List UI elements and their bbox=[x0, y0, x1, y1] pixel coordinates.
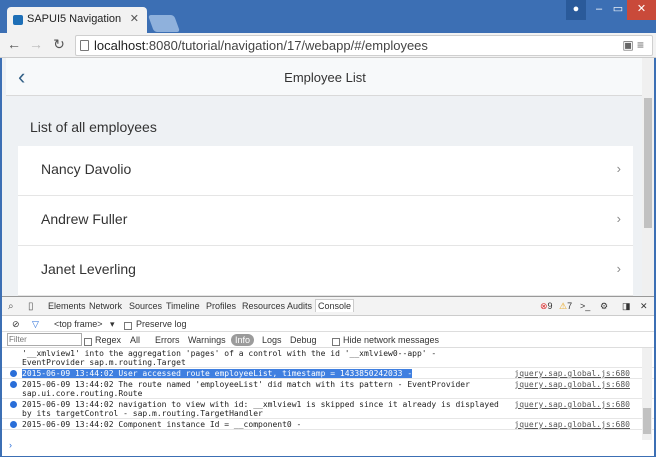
scrollbar-thumb[interactable] bbox=[643, 408, 651, 434]
tab-elements[interactable]: Elements bbox=[48, 301, 86, 311]
chevron-right-icon: › bbox=[616, 211, 621, 226]
log-row[interactable]: 2015-06-09 13:44:02 The route named 'emp… bbox=[2, 379, 654, 399]
log-message: 2015-06-09 13:44:02 navigation to view w… bbox=[22, 400, 504, 418]
close-tab-icon[interactable]: ✕ bbox=[130, 12, 139, 25]
address-bar[interactable]: localhost:8080/tutorial/navigation/17/we… bbox=[75, 35, 653, 56]
filter-input[interactable] bbox=[7, 333, 82, 346]
level-warnings[interactable]: Warnings bbox=[188, 335, 226, 345]
log-row[interactable]: 2015-06-09 13:44:02 Component instance I… bbox=[2, 419, 654, 430]
devtools-tabbar: ⌕ ▯ Elements Network Sources Timeline Pr… bbox=[2, 297, 654, 316]
warning-count[interactable]: ⚠7 bbox=[559, 301, 572, 312]
console-toolbar: ⊘ ▽ <top frame> ▾ Preserve log bbox=[2, 316, 654, 332]
tab-audits[interactable]: Audits bbox=[287, 301, 312, 311]
filter-icon[interactable]: ▽ bbox=[32, 319, 39, 330]
log-message: 2015-06-09 13:44:02 The route named 'emp… bbox=[22, 380, 475, 398]
tab-sources[interactable]: Sources bbox=[129, 301, 162, 311]
list-item[interactable]: Andrew Fuller › bbox=[18, 196, 633, 246]
level-errors[interactable]: Errors bbox=[155, 335, 180, 345]
tab-console[interactable]: Console bbox=[315, 299, 355, 312]
level-all[interactable]: All bbox=[130, 335, 140, 345]
dock-side-icon[interactable]: ◨ bbox=[622, 301, 631, 312]
minimize-button[interactable]: – bbox=[589, 0, 609, 20]
browser-toolbar: ← → ↻ localhost:8080/tutorial/navigation… bbox=[0, 33, 656, 58]
context-select[interactable]: <top frame> bbox=[54, 319, 103, 329]
log-message: 2015-06-09 13:44:02 Component instance I… bbox=[22, 420, 302, 429]
tab-profiles[interactable]: Profiles bbox=[206, 301, 236, 311]
employee-list: Nancy Davolio › Andrew Fuller › Janet Leve… bbox=[18, 146, 633, 296]
log-source-link[interactable]: jquery.sap.global.js:680 bbox=[514, 420, 630, 429]
url-host: localhost bbox=[94, 38, 146, 53]
devtools-panel: ⌕ ▯ Elements Network Sources Timeline Pr… bbox=[2, 296, 654, 456]
list-item[interactable]: Nancy Davolio › bbox=[18, 146, 633, 196]
clear-console-icon[interactable]: ⊘ bbox=[12, 319, 20, 330]
employee-name: Nancy Davolio bbox=[41, 161, 132, 177]
new-tab-button[interactable] bbox=[147, 15, 181, 32]
info-icon bbox=[10, 381, 17, 388]
translate-and-menu-icon[interactable]: ▣ ≡ bbox=[622, 38, 644, 52]
window-titlebar: SAPUI5 Navigation ✕ ● – ▭ ✕ bbox=[0, 0, 656, 34]
chevron-right-icon: › bbox=[616, 161, 621, 176]
console-scrollbar[interactable] bbox=[642, 348, 652, 440]
level-info[interactable]: Info bbox=[231, 334, 255, 346]
console-log: '__xmlview1' into the aggregation 'pages… bbox=[2, 348, 654, 440]
employee-name: Andrew Fuller bbox=[41, 211, 128, 227]
browser-tab[interactable]: SAPUI5 Navigation ✕ bbox=[7, 7, 147, 34]
page-icon bbox=[80, 40, 89, 51]
log-source-link[interactable]: jquery.sap.global.js:680 bbox=[514, 369, 630, 378]
inspect-icon[interactable]: ⌕ bbox=[8, 301, 14, 312]
log-row[interactable]: '__xmlview1' into the aggregation 'pages… bbox=[2, 348, 654, 368]
maximize-button[interactable]: ▭ bbox=[609, 0, 627, 20]
list-item[interactable]: Janet Leverling › bbox=[18, 246, 633, 296]
device-mode-icon[interactable]: ▯ bbox=[28, 301, 34, 312]
url-path: :8080/tutorial/navigation/17/webapp/#/em… bbox=[145, 38, 428, 53]
employee-name: Janet Leverling bbox=[41, 261, 136, 277]
forward-arrow-icon[interactable]: → bbox=[27, 36, 45, 52]
error-count-value: 9 bbox=[547, 301, 553, 311]
gear-icon[interactable]: ⚙ bbox=[600, 301, 608, 312]
error-count[interactable]: ⊗9 bbox=[540, 301, 553, 312]
chevron-right-icon: › bbox=[616, 261, 621, 276]
log-message: '__xmlview1' into the aggregation 'pages… bbox=[22, 349, 442, 367]
tab-title: SAPUI5 Navigation bbox=[27, 13, 122, 25]
regex-label: Regex bbox=[95, 335, 122, 345]
page-title: Employee List bbox=[284, 70, 366, 85]
log-row[interactable]: 2015-06-09 13:44:02 User accessed route … bbox=[2, 368, 654, 379]
close-devtools-icon[interactable]: ✕ bbox=[640, 301, 648, 312]
level-debug[interactable]: Debug bbox=[290, 335, 317, 345]
tab-timeline[interactable]: Timeline bbox=[166, 301, 200, 311]
webpage: ‹ Employee List List of all employees Na… bbox=[2, 58, 654, 296]
console-filterbar: Regex All Errors Warnings Info Logs Debu… bbox=[2, 332, 654, 348]
log-source-link[interactable]: jquery.sap.global.js:680 bbox=[514, 380, 630, 389]
info-icon bbox=[10, 421, 17, 428]
tab-network[interactable]: Network bbox=[89, 301, 122, 311]
log-message: 2015-06-09 13:44:02 User accessed route … bbox=[22, 369, 413, 378]
list-header: List of all employees bbox=[30, 119, 157, 135]
log-source-link[interactable]: jquery.sap.global.js:680 bbox=[514, 400, 630, 409]
level-logs[interactable]: Logs bbox=[262, 335, 282, 345]
hide-network-label: Hide network messages bbox=[343, 335, 440, 345]
log-row[interactable]: 2015-06-09 13:44:02 navigation to view w… bbox=[2, 399, 654, 419]
scrollbar-thumb[interactable] bbox=[644, 98, 652, 228]
back-arrow-icon[interactable]: ← bbox=[5, 36, 23, 52]
page-scrollbar[interactable] bbox=[642, 58, 654, 296]
close-window-button[interactable]: ✕ bbox=[627, 0, 656, 20]
user-profile-icon[interactable]: ● bbox=[566, 0, 586, 20]
console-prompt[interactable]: › bbox=[2, 440, 654, 450]
warning-count-value: 7 bbox=[567, 301, 573, 311]
sapui5-favicon-icon bbox=[13, 15, 23, 25]
tab-resources[interactable]: Resources bbox=[242, 301, 285, 311]
chevron-down-icon[interactable]: ▾ bbox=[110, 319, 115, 330]
preserve-log-label: Preserve log bbox=[136, 319, 187, 329]
reload-icon[interactable]: ↻ bbox=[50, 36, 68, 53]
console-drawer-icon[interactable]: >_ bbox=[580, 301, 590, 311]
info-icon bbox=[10, 370, 17, 377]
info-icon bbox=[10, 401, 17, 408]
app-header: ‹ Employee List bbox=[6, 58, 644, 96]
